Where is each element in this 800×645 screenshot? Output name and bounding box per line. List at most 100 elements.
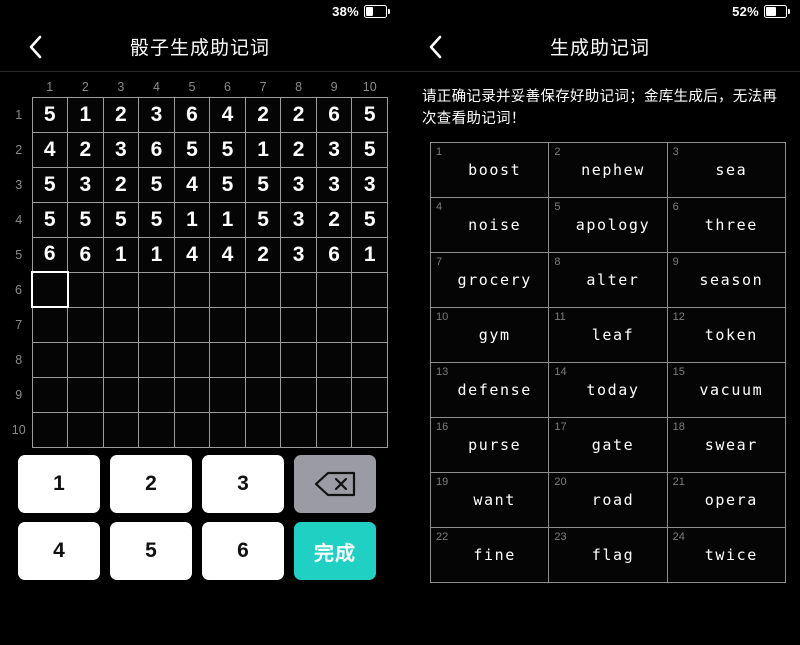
dice-cell-active[interactable] — [31, 271, 69, 308]
keypad-key-1[interactable]: 1 — [18, 455, 100, 513]
dice-cell[interactable] — [102, 271, 140, 308]
keypad-key-6[interactable]: 6 — [202, 522, 284, 580]
dice-cell[interactable] — [315, 411, 353, 448]
dice-cell[interactable]: 1 — [173, 201, 211, 238]
dice-cell[interactable]: 3 — [280, 236, 317, 273]
dice-cell[interactable]: 3 — [280, 166, 317, 203]
dice-cell[interactable] — [102, 411, 140, 448]
dice-cell[interactable] — [138, 271, 175, 308]
dice-cell[interactable]: 2 — [102, 96, 140, 133]
dice-cell[interactable]: 5 — [351, 96, 388, 133]
dice-cell[interactable]: 5 — [244, 166, 282, 203]
dice-cell[interactable]: 5 — [31, 166, 69, 203]
dice-cell[interactable]: 1 — [67, 96, 104, 133]
dice-cell[interactable]: 5 — [31, 201, 69, 238]
dice-cell[interactable] — [351, 271, 388, 308]
dice-cell[interactable]: 3 — [280, 201, 317, 238]
dice-cell[interactable] — [31, 411, 69, 448]
keypad-key-4[interactable]: 4 — [18, 522, 100, 580]
dice-cell[interactable]: 5 — [209, 166, 246, 203]
dice-cell[interactable] — [315, 306, 353, 343]
dice-cell[interactable] — [280, 376, 317, 413]
dice-cell[interactable] — [173, 411, 211, 448]
chevron-left-icon[interactable] — [422, 34, 448, 60]
dice-grid[interactable]: 1 2 3 4 5 6 7 8 9 10 1512364226524236551… — [10, 80, 388, 448]
dice-cell[interactable]: 6 — [31, 236, 69, 273]
dice-cell[interactable] — [31, 306, 69, 343]
dice-cell[interactable] — [315, 271, 353, 308]
keypad-done-button[interactable]: 完成 — [294, 522, 376, 580]
dice-cell[interactable]: 4 — [31, 131, 69, 168]
dice-cell[interactable] — [138, 306, 175, 343]
dice-cell[interactable]: 5 — [173, 131, 211, 168]
dice-cell[interactable] — [244, 306, 282, 343]
dice-cell[interactable]: 1 — [102, 236, 140, 273]
dice-cell[interactable] — [173, 306, 211, 343]
dice-cell[interactable] — [351, 411, 388, 448]
dice-cell[interactable]: 6 — [173, 96, 211, 133]
dice-cell[interactable]: 5 — [244, 201, 282, 238]
dice-cell[interactable]: 4 — [173, 236, 211, 273]
dice-cell[interactable] — [173, 376, 211, 413]
dice-cell[interactable] — [67, 411, 104, 448]
dice-cell[interactable]: 2 — [102, 166, 140, 203]
keypad-key-3[interactable]: 3 — [202, 455, 284, 513]
dice-cell[interactable]: 2 — [280, 96, 317, 133]
dice-cell[interactable]: 2 — [67, 131, 104, 168]
dice-cell[interactable] — [138, 411, 175, 448]
dice-cell[interactable]: 3 — [351, 166, 388, 203]
dice-cell[interactable]: 4 — [209, 96, 246, 133]
dice-cell[interactable]: 1 — [138, 236, 175, 273]
dice-cell[interactable]: 4 — [209, 236, 246, 273]
dice-cell[interactable] — [67, 376, 104, 413]
dice-cell[interactable]: 3 — [67, 166, 104, 203]
dice-cell[interactable] — [67, 341, 104, 378]
dice-cell[interactable] — [315, 341, 353, 378]
dice-cell[interactable] — [138, 341, 175, 378]
chevron-left-icon[interactable] — [22, 34, 48, 60]
dice-cell[interactable]: 3 — [138, 96, 175, 133]
dice-cell[interactable] — [31, 376, 69, 413]
keypad-key-2[interactable]: 2 — [110, 455, 192, 513]
dice-cell[interactable] — [102, 306, 140, 343]
dice-cell[interactable] — [173, 271, 211, 308]
dice-cell[interactable] — [138, 376, 175, 413]
dice-cell[interactable]: 2 — [244, 236, 282, 273]
dice-cell[interactable] — [315, 376, 353, 413]
dice-cell[interactable]: 2 — [315, 201, 353, 238]
dice-cell[interactable] — [280, 271, 317, 308]
dice-cell[interactable] — [173, 341, 211, 378]
dice-cell[interactable] — [280, 306, 317, 343]
dice-cell[interactable] — [244, 376, 282, 413]
dice-cell[interactable]: 6 — [315, 96, 353, 133]
dice-cell[interactable] — [102, 376, 140, 413]
dice-cell[interactable]: 1 — [244, 131, 282, 168]
dice-cell[interactable] — [102, 341, 140, 378]
dice-cell[interactable]: 1 — [209, 201, 246, 238]
dice-cell[interactable]: 6 — [315, 236, 353, 273]
dice-cell[interactable] — [67, 306, 104, 343]
dice-cell[interactable] — [244, 341, 282, 378]
dice-cell[interactable]: 3 — [315, 166, 353, 203]
dice-cell[interactable] — [209, 341, 246, 378]
dice-cell[interactable] — [351, 341, 388, 378]
dice-cell[interactable]: 5 — [102, 201, 140, 238]
dice-cell[interactable] — [31, 341, 69, 378]
dice-cell[interactable] — [351, 376, 388, 413]
dice-cell[interactable] — [244, 411, 282, 448]
dice-cell[interactable] — [209, 306, 246, 343]
dice-cell[interactable] — [209, 271, 246, 308]
dice-cell[interactable]: 6 — [67, 236, 104, 273]
keypad-key-5[interactable]: 5 — [110, 522, 192, 580]
dice-cell[interactable]: 5 — [351, 131, 388, 168]
dice-cell[interactable] — [209, 376, 246, 413]
dice-cell[interactable]: 3 — [315, 131, 353, 168]
dice-cell[interactable]: 1 — [351, 236, 388, 273]
backspace-icon[interactable] — [294, 455, 376, 513]
dice-cell[interactable] — [67, 271, 104, 308]
dice-cell[interactable] — [280, 341, 317, 378]
dice-cell[interactable] — [351, 306, 388, 343]
dice-cell[interactable]: 5 — [138, 201, 175, 238]
dice-cell[interactable]: 6 — [138, 131, 175, 168]
dice-cell[interactable]: 5 — [209, 131, 246, 168]
